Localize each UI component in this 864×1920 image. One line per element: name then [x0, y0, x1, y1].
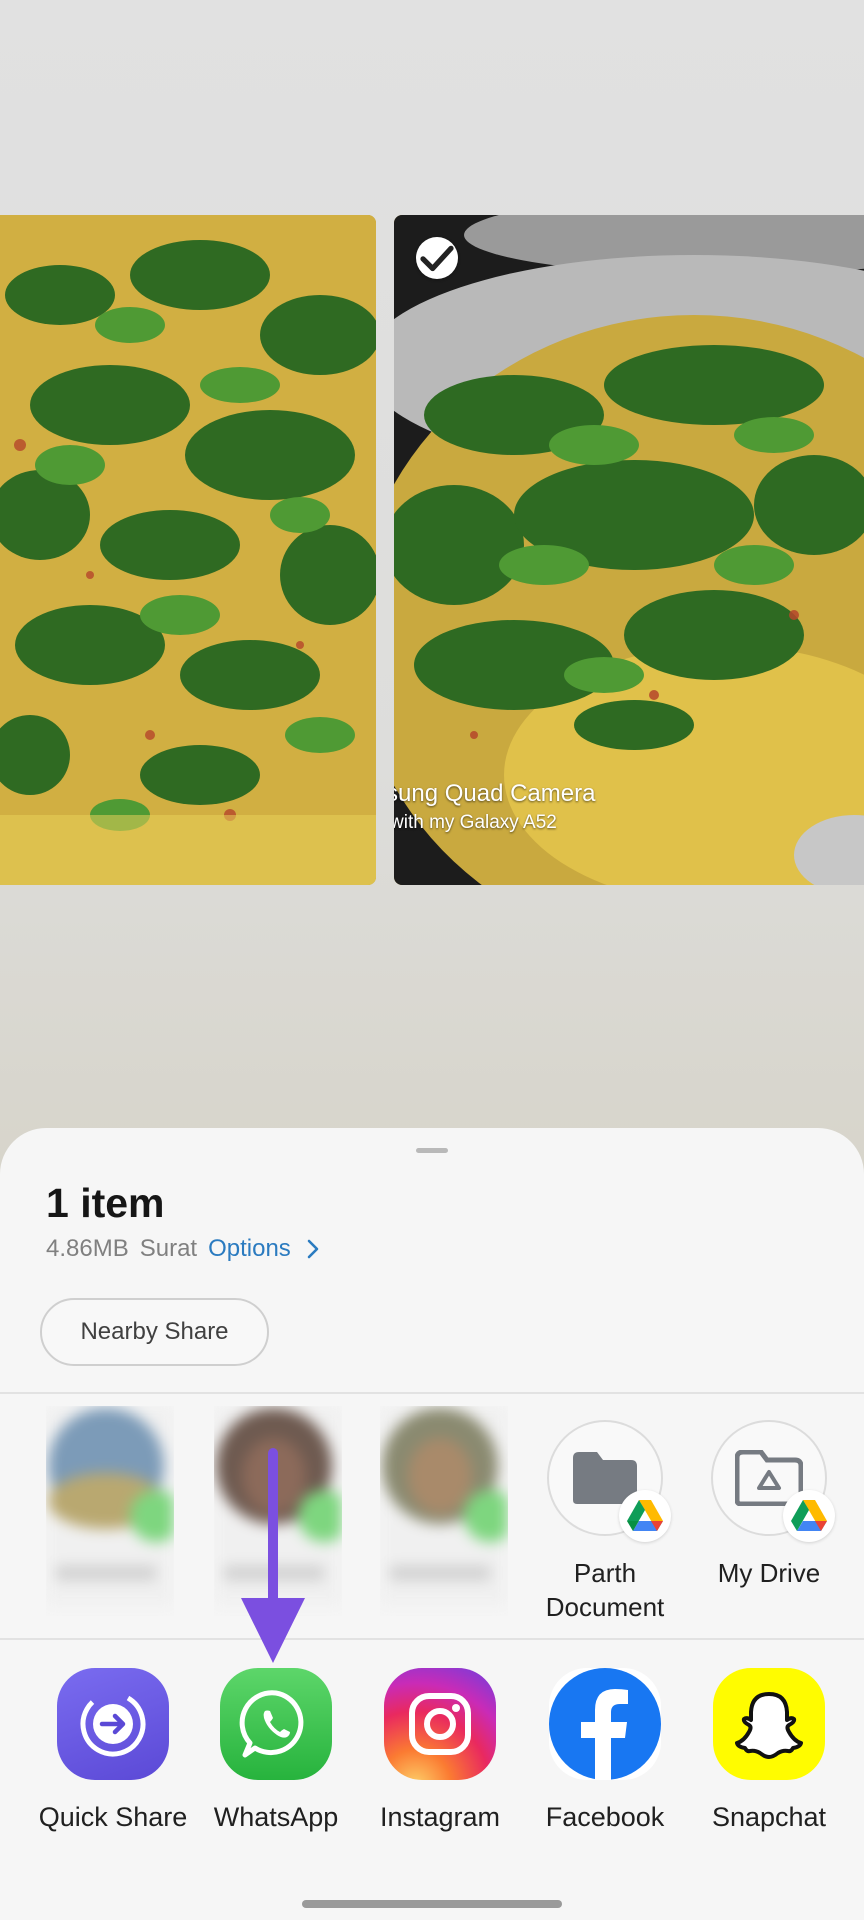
- app-quick-share[interactable]: Quick Share: [33, 1668, 193, 1833]
- snapchat-icon: [713, 1668, 825, 1780]
- share-sheet: 1 item 4.86MB Surat Options Nearby Share: [0, 1128, 864, 1920]
- google-drive-icon: [619, 1490, 671, 1542]
- item-meta: 4.86MB Surat Options: [46, 1235, 320, 1263]
- app-label: Snapchat: [711, 1802, 827, 1832]
- instagram-icon: [384, 1668, 496, 1780]
- photo-thumbnail[interactable]: [0, 215, 376, 885]
- target-label: My Drive: [717, 1558, 821, 1588]
- item-count-title: 1 item: [46, 1180, 165, 1226]
- app-instagram[interactable]: Instagram: [360, 1668, 520, 1833]
- app-label: Instagram: [379, 1802, 501, 1832]
- target-label: Parth Document: [545, 1558, 665, 1622]
- app-label: Facebook: [545, 1802, 665, 1832]
- divider: [0, 1638, 864, 1640]
- contact-avatar: [46, 1406, 174, 1606]
- divider: [0, 1392, 864, 1394]
- app-whatsapp[interactable]: WhatsApp: [196, 1668, 356, 1833]
- file-size: 4.86MB: [46, 1235, 129, 1262]
- photo-thumbnail-selected[interactable]: sung Quad Camera with my Galaxy A52: [394, 215, 864, 885]
- target-circle: [547, 1420, 671, 1542]
- location: Surat: [139, 1235, 198, 1262]
- watermark-line-2: with my Galaxy A52: [394, 812, 557, 833]
- app-facebook[interactable]: Facebook: [525, 1668, 685, 1833]
- selected-check-icon[interactable]: [416, 237, 458, 279]
- whatsapp-icon: [220, 1668, 332, 1780]
- direct-share-contact[interactable]: [46, 1406, 174, 1616]
- app-label: Quick Share: [38, 1802, 188, 1832]
- gesture-nav-bar[interactable]: [302, 1900, 562, 1908]
- gallery-preview: sung Quad Camera with my Galaxy A52: [0, 0, 864, 1130]
- options-link[interactable]: Options: [208, 1235, 320, 1263]
- direct-share-parth-document[interactable]: Parth Document: [530, 1420, 680, 1624]
- app-label: WhatsApp: [213, 1802, 339, 1832]
- camera-watermark: sung Quad Camera with my Galaxy A52: [394, 780, 595, 834]
- app-snapchat[interactable]: Snapchat: [689, 1668, 849, 1833]
- google-drive-icon: [783, 1490, 835, 1542]
- chevron-right-icon: [307, 1239, 319, 1259]
- drag-handle[interactable]: [416, 1148, 448, 1153]
- nearby-share-button[interactable]: Nearby Share: [40, 1298, 269, 1366]
- direct-share-contact[interactable]: [380, 1406, 508, 1616]
- target-circle: [711, 1420, 835, 1542]
- contact-avatar: [380, 1406, 508, 1606]
- direct-share-my-drive[interactable]: My Drive: [694, 1420, 844, 1590]
- quick-share-icon: [57, 1668, 169, 1780]
- pointer-arrow-icon: [241, 1448, 305, 1663]
- facebook-icon: [549, 1668, 661, 1780]
- watermark-line-1: sung Quad Camera: [394, 780, 596, 807]
- options-label: Options: [208, 1235, 291, 1262]
